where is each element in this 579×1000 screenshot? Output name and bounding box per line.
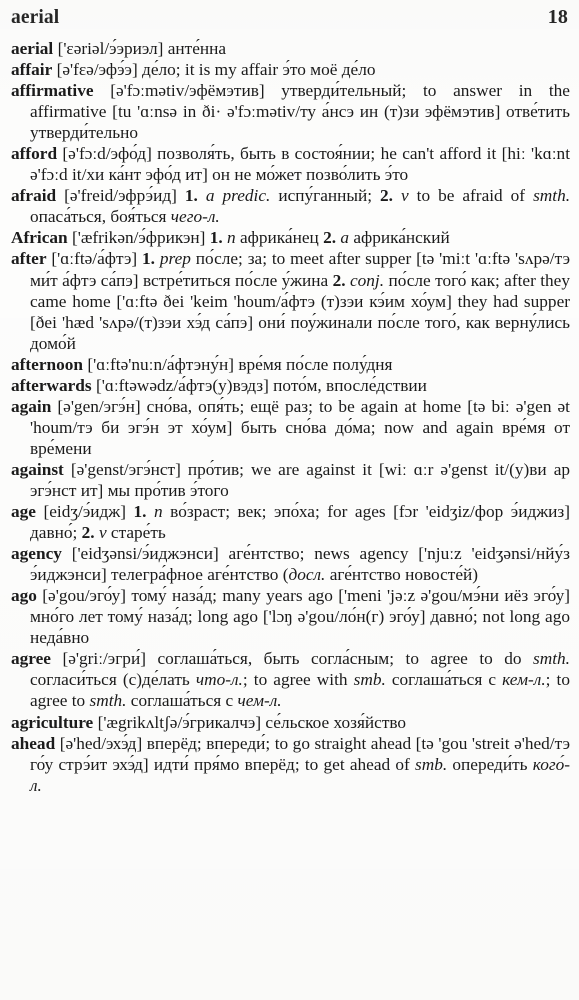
dictionary-entry: African ['æfrikən/э́фрикэн] 1. n африка́… — [11, 227, 570, 248]
grammar-label: что-л. — [195, 670, 243, 690]
dictionary-entry: aerial ['ɛəriəl/э́эриэл] анте́нна — [11, 38, 570, 59]
entry-transcription: [ə'hed/эхэ́д] — [59, 733, 143, 753]
running-head-word: aerial — [11, 7, 60, 28]
entry-headword: afford — [11, 144, 58, 164]
grammar-label: a — [340, 228, 349, 248]
dictionary-entry: agency ['eidʒənsi/э́иджэнси] аге́нтство;… — [11, 543, 570, 585]
sense-number: 2. — [323, 228, 337, 248]
dictionary-entry: age [eidʒ/э́идж] 1. n во́зраст; век; эпо… — [11, 501, 570, 543]
dictionary-entry: affair [ə'fɛə/эфэ́э] де́ло; it is my aff… — [11, 59, 570, 80]
grammar-label: conj. — [349, 270, 385, 290]
entry-headword: African — [11, 228, 68, 248]
dictionary-entry: ago [ə'gou/эго́у] тому́ наза́д; many yea… — [11, 585, 570, 648]
grammar-label: smth. — [533, 649, 570, 669]
entry-headword: age — [11, 502, 36, 522]
entry-headword: agriculture — [11, 712, 94, 732]
running-head: aerial 18 — [11, 6, 570, 29]
sense-number: 1. — [133, 502, 147, 522]
dictionary-entry: agree [ə'griː/эгри́] соглаша́ться, быть … — [11, 648, 570, 711]
entry-headword: after — [11, 249, 47, 269]
entry-headword: afterwards — [11, 375, 92, 395]
entry-definition: вре́мя по́сле полу́дня — [234, 354, 393, 374]
entry-transcription: [ə'griː/эгри́] — [62, 649, 146, 669]
entry-transcription: ['ɑːftəwədz/а́фтэ(у)вэдз] — [95, 375, 269, 395]
entry-headword: again — [11, 396, 52, 416]
sense-number: 1. — [209, 228, 223, 248]
grammar-label: n — [227, 228, 236, 248]
entry-list: aerial ['ɛəriəl/э́эриэл] анте́нна affair … — [11, 38, 570, 796]
grammar-label: чего-л. — [170, 207, 220, 227]
dictionary-entry: agriculture ['ægrikʌltʃə/э́грикалчэ] се́… — [11, 712, 570, 733]
entry-transcription: ['ɑːftə/а́фтэ] — [51, 249, 138, 269]
entry-definition: пото́м, впосле́дствии — [268, 375, 427, 395]
grammar-label: v — [401, 186, 409, 206]
entry-transcription: [ə'fɔːd/эфо́д] — [62, 144, 152, 164]
entry-definition: се́льское хозя́йство — [261, 712, 407, 732]
entry-headword: against — [11, 459, 64, 479]
grammar-label: smb. — [415, 754, 448, 774]
sense-number: 1. — [142, 249, 155, 269]
dictionary-entry: against [ə'genst/эгэ́нст] про́тив; we ar… — [11, 459, 570, 501]
grammar-label: smth. — [533, 186, 571, 206]
grammar-label: predic. — [222, 186, 271, 206]
entry-transcription: ['ægrikʌltʃə/э́грикалчэ] — [97, 712, 262, 732]
sense-number: 2. — [380, 186, 393, 206]
entry-transcription: ['ɑːftə'nuːn/а́фтэну́н] — [87, 354, 235, 374]
grammar-label: v — [98, 523, 107, 543]
entry-headword: affair — [11, 60, 53, 80]
entry-transcription: ['æfrikən/э́фрикэн] — [71, 228, 206, 248]
grammar-label: досл. — [288, 565, 326, 585]
dictionary-entry: affirmative [ə'fɔːmətiv/эфёмэтив] утверд… — [11, 80, 570, 143]
entry-headword: agency — [11, 544, 62, 564]
entry-definition: анте́нна — [163, 39, 227, 58]
grammar-label: a — [205, 186, 215, 206]
dictionary-page: aerial 18 aerial ['ɛəriəl/э́эриэл] анте́… — [0, 0, 579, 1000]
dictionary-entry: after ['ɑːftə/а́фтэ] 1. prep по́сле; за;… — [11, 248, 570, 353]
entry-transcription: ['ɛəriəl/э́эриэл] — [57, 39, 164, 58]
dictionary-entry: afford [ə'fɔːd/эфо́д] позволя́ть, быть в… — [11, 143, 570, 185]
entry-headword: ago — [11, 586, 37, 606]
entry-headword: affirmative — [11, 81, 94, 101]
grammar-label: чем-л. — [237, 691, 282, 711]
sense-number: 2. — [332, 270, 346, 290]
grammar-label: n — [154, 502, 163, 522]
dictionary-entry: afterwards ['ɑːftəwədz/а́фтэ(у)вэдз] пот… — [11, 375, 570, 396]
entry-headword: afternoon — [11, 354, 83, 374]
dictionary-entry: afraid [ə'freid/эфрэ́ид] 1. a predic. ис… — [11, 185, 570, 227]
sense-number: 1. — [184, 186, 198, 206]
entry-transcription: [ə'fɛə/эфэ́э] — [56, 60, 138, 80]
dictionary-entry: ahead [ə'hed/эхэ́д] вперёд; впереди́; to… — [11, 733, 570, 796]
entry-headword: aerial — [11, 39, 54, 58]
entry-headword: ahead — [11, 733, 56, 753]
grammar-label: кем-л. — [502, 670, 546, 690]
entry-headword: agree — [11, 649, 51, 669]
grammar-label: smb. — [353, 670, 386, 690]
grammar-label: smth. — [89, 691, 127, 711]
entry-transcription: [ə'fɔːmətiv/эфёмэтив] — [110, 81, 265, 101]
entry-transcription: [eidʒ/э́идж] — [43, 502, 126, 522]
sense-number: 2. — [81, 523, 95, 543]
entry-headword: afraid — [11, 186, 57, 206]
dictionary-entry: afternoon ['ɑːftə'nuːn/а́фтэну́н] вре́мя… — [11, 354, 570, 375]
entry-transcription: ['eidʒənsi/э́иджэнси] — [71, 544, 219, 564]
entry-definition: 1. n африка́нец 2. a африка́нский — [209, 228, 450, 248]
entry-definition: де́ло; it is my affair э́то моё де́ло — [137, 60, 376, 80]
grammar-label: кого́-л. — [30, 754, 570, 795]
entry-transcription: [ə'gen/эгэ́н] — [57, 396, 141, 416]
entry-transcription: [ə'genst/эгэ́нст] — [70, 459, 181, 479]
dictionary-entry: again [ə'gen/эгэ́н] сно́ва, опя́ть; ещё … — [11, 396, 570, 459]
grammar-label: prep — [159, 249, 191, 269]
entry-transcription: [ə'gou/эго́у] — [42, 586, 127, 606]
page-number: 18 — [547, 6, 568, 28]
entry-transcription: [ə'freid/эфрэ́ид] — [64, 186, 177, 206]
